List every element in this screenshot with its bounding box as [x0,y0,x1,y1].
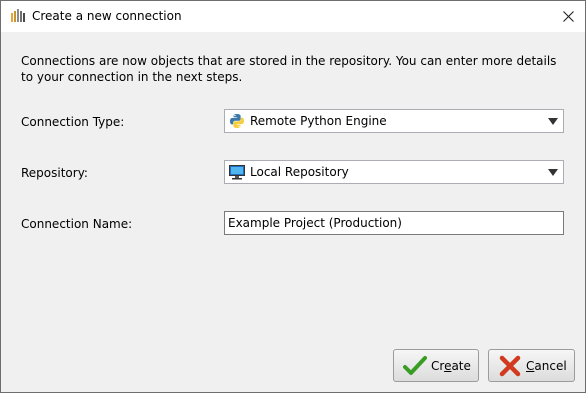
repository-value: Local Repository [250,165,349,179]
connection-name-input[interactable] [224,211,564,235]
app-logo-icon [11,9,25,22]
monitor-icon [229,165,245,180]
repository-label: Repository: [21,166,88,180]
create-button-label: Create [431,359,471,373]
close-button[interactable] [551,1,585,32]
connection-type-label: Connection Type: [21,115,125,129]
cancel-button-label: Cancel [526,359,567,373]
repository-select[interactable]: Local Repository [224,160,564,184]
cancel-button[interactable]: Cancel [488,349,575,382]
python-icon [230,114,244,128]
title-bar[interactable]: Create a new connection [1,1,585,32]
close-icon [562,11,574,22]
dropdown-arrow-icon [548,169,558,176]
x-icon [499,355,521,377]
create-button[interactable]: Create [393,349,479,382]
connection-type-select[interactable]: Remote Python Engine [224,109,564,133]
intro-description: Connections are now objects that are sto… [21,54,557,84]
checkmark-icon [403,356,427,375]
connection-type-value: Remote Python Engine [250,114,387,128]
window-title: Create a new connection [32,9,182,23]
dropdown-arrow-icon [548,118,558,125]
connection-name-label: Connection Name: [21,217,133,231]
create-connection-dialog: Create a new connection Connections are … [0,0,586,393]
